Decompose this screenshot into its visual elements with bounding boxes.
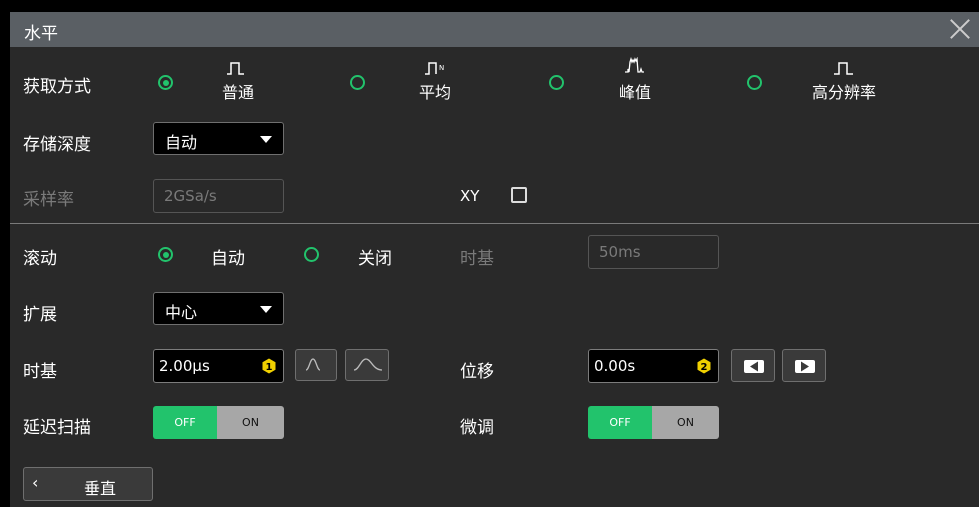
- vertical-menu-label: 垂直: [84, 479, 117, 498]
- radio-acquire-highres[interactable]: [747, 75, 762, 90]
- offset-left-button[interactable]: [731, 349, 775, 382]
- knob-1-icon: 1: [261, 358, 277, 374]
- acquire-option-peak[interactable]: 峰值: [610, 57, 660, 103]
- fine-toggle[interactable]: OFF ON: [588, 406, 719, 439]
- coarse-wave-icon: [305, 358, 321, 371]
- svg-text:N: N: [439, 64, 444, 72]
- roll-option-auto[interactable]: 自动: [211, 244, 245, 269]
- radio-acquire-peak[interactable]: [549, 75, 564, 90]
- title-bar: 水平: [10, 12, 979, 47]
- vertical-menu-button[interactable]: ‹ 垂直: [23, 467, 153, 501]
- acquire-option-label: 高分辨率: [811, 83, 876, 102]
- offset-value: 0.00s: [594, 357, 636, 375]
- offset-right-button[interactable]: [782, 349, 826, 382]
- xy-label: XY: [460, 187, 480, 205]
- acquire-option-normal[interactable]: 普通: [213, 59, 263, 103]
- svg-text:1: 1: [266, 362, 273, 373]
- xy-checkbox[interactable]: [511, 187, 527, 203]
- radio-roll-off[interactable]: [304, 247, 319, 262]
- roll-label: 滚动: [23, 249, 57, 269]
- fine-label: 微调: [460, 418, 494, 438]
- svg-text:2: 2: [701, 362, 708, 373]
- delayed-sweep-label: 延迟扫描: [23, 418, 91, 438]
- radio-roll-auto[interactable]: [158, 247, 173, 262]
- acquire-option-label: 普通: [221, 83, 254, 102]
- acquire-label: 获取方式: [23, 77, 91, 97]
- chevron-down-icon: [260, 306, 272, 313]
- sample-rate-value: 2GSa/s: [164, 187, 217, 205]
- timebase-value: 2.00µs: [159, 357, 210, 375]
- toggle-on-option[interactable]: ON: [217, 406, 284, 439]
- timebase-coarse-button[interactable]: [295, 349, 337, 381]
- acquire-option-highres[interactable]: 高分辨率: [804, 59, 884, 103]
- radio-acquire-average[interactable]: [350, 75, 365, 90]
- memory-depth-select[interactable]: 自动: [153, 122, 284, 155]
- chevron-left-icon: ‹: [32, 473, 39, 492]
- expand-value: 中心: [165, 303, 198, 322]
- dialog-title: 水平: [24, 24, 58, 44]
- roll-timebase-value: 50ms: [599, 243, 641, 261]
- toggle-off-option[interactable]: OFF: [588, 406, 652, 439]
- section-divider: [10, 223, 979, 224]
- chevron-down-icon: [260, 136, 272, 143]
- timebase-fine-button[interactable]: [345, 349, 389, 381]
- sample-rate-field: 2GSa/s: [153, 179, 284, 213]
- horizontal-dialog: 水平 获取方式 普通 N 平均 峰值 高分辨率 存储深度 自动 采样率 2GSa…: [0, 0, 979, 507]
- expand-label: 扩展: [23, 305, 57, 325]
- roll-timebase-label: 时基: [460, 249, 494, 269]
- sample-rate-label: 采样率: [23, 190, 74, 210]
- acquire-option-average[interactable]: N 平均: [410, 59, 460, 103]
- knob-2-icon: 2: [696, 358, 712, 374]
- memory-depth-value: 自动: [165, 133, 198, 152]
- memory-depth-label: 存储深度: [23, 135, 91, 155]
- close-icon[interactable]: [949, 18, 971, 40]
- timebase-label: 时基: [23, 362, 57, 382]
- offset-label: 位移: [460, 362, 494, 382]
- toggle-off-option[interactable]: OFF: [153, 406, 217, 439]
- toggle-on-option[interactable]: ON: [652, 406, 719, 439]
- peak-mode-icon: [625, 57, 644, 73]
- expand-select[interactable]: 中心: [153, 292, 284, 325]
- triangle-left-icon: [744, 360, 764, 373]
- highres-mode-icon: [834, 62, 853, 75]
- timebase-input[interactable]: 2.00µs 1: [153, 349, 284, 383]
- delayed-sweep-toggle[interactable]: OFF ON: [153, 406, 284, 439]
- triangle-right-icon: [795, 360, 815, 373]
- acquire-option-label: 平均: [418, 83, 451, 102]
- fine-wave-icon: [353, 358, 383, 371]
- average-mode-icon: N: [425, 62, 444, 75]
- radio-acquire-normal[interactable]: [158, 75, 173, 90]
- offset-input[interactable]: 0.00s 2: [588, 349, 719, 383]
- normal-mode-icon: [227, 62, 244, 75]
- roll-option-off[interactable]: 关闭: [358, 244, 392, 269]
- roll-timebase-field: 50ms: [588, 235, 719, 269]
- acquire-option-label: 峰值: [618, 83, 651, 102]
